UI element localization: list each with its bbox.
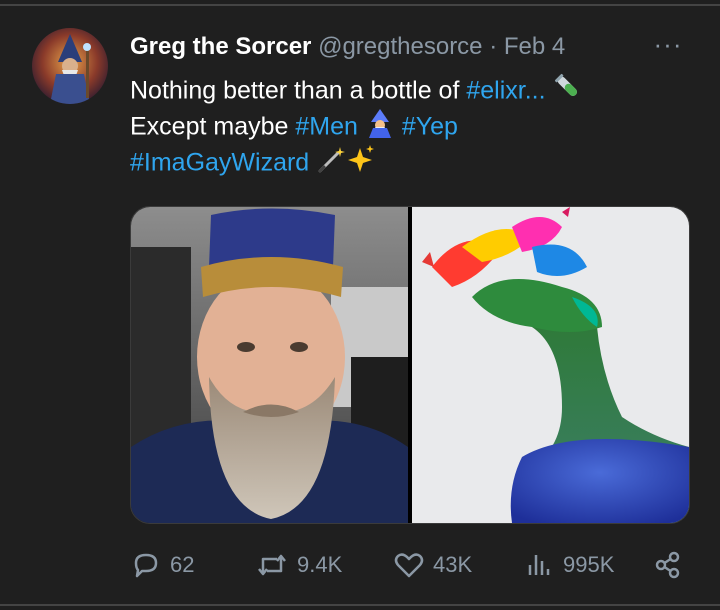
reply-button[interactable]: 62	[130, 545, 194, 585]
hashtag-men[interactable]: #Men	[295, 113, 358, 141]
hashtag-yep[interactable]: #Yep	[402, 113, 458, 141]
avatar[interactable]	[32, 28, 108, 104]
divider-top	[0, 4, 720, 6]
author-name[interactable]: Greg the Sorcer	[130, 33, 311, 60]
divider-bottom	[0, 604, 720, 606]
hashtag-imagaywizard[interactable]: #ImaGayWizard	[130, 149, 309, 177]
share-icon	[655, 551, 680, 579]
media-photo-wizard[interactable]	[131, 207, 408, 523]
reply-count: 62	[170, 552, 195, 577]
magic-wand-icon	[316, 144, 346, 184]
sparkles-icon	[346, 144, 376, 184]
repost-count: 9.4K	[297, 552, 343, 577]
test-tube-icon	[553, 72, 583, 112]
media-photo-elixir-bottle[interactable]	[412, 207, 689, 523]
tweet-card: Greg the Sorcer @gregthesorce · Feb 4 ··…	[0, 0, 720, 610]
like-button[interactable]: 43K	[393, 545, 472, 585]
heart-icon	[394, 553, 424, 578]
author-handle[interactable]: @gregthesorce	[318, 33, 482, 60]
like-count: 43K	[433, 552, 473, 577]
analytics-icon	[528, 555, 550, 575]
reply-icon	[134, 553, 158, 578]
tweet-header: Greg the Sorcer @gregthesorce · Feb 4	[130, 30, 565, 64]
repost-icon	[258, 554, 286, 576]
share-button[interactable]	[652, 545, 692, 585]
more-options-icon[interactable]: ···	[650, 31, 686, 60]
hashtag-elixr[interactable]: #elixr...	[466, 77, 545, 105]
tweet-media	[130, 206, 690, 524]
wizard-icon	[365, 108, 395, 148]
views-count: 995K	[563, 552, 615, 577]
tweet-text-line1: Nothing better than a bottle of	[130, 76, 467, 105]
tweet-date[interactable]: Feb 4	[504, 33, 565, 60]
views-button[interactable]: 995K	[523, 545, 614, 585]
repost-button[interactable]: 9.4K	[255, 545, 342, 585]
tweet-text-line2: Except maybe	[130, 112, 296, 141]
action-bar: 62 9.4K 43K 995K	[130, 545, 690, 585]
tweet-text: Nothing better than a bottle of #elixr..…	[130, 72, 690, 180]
header-separator: ·	[489, 33, 498, 60]
